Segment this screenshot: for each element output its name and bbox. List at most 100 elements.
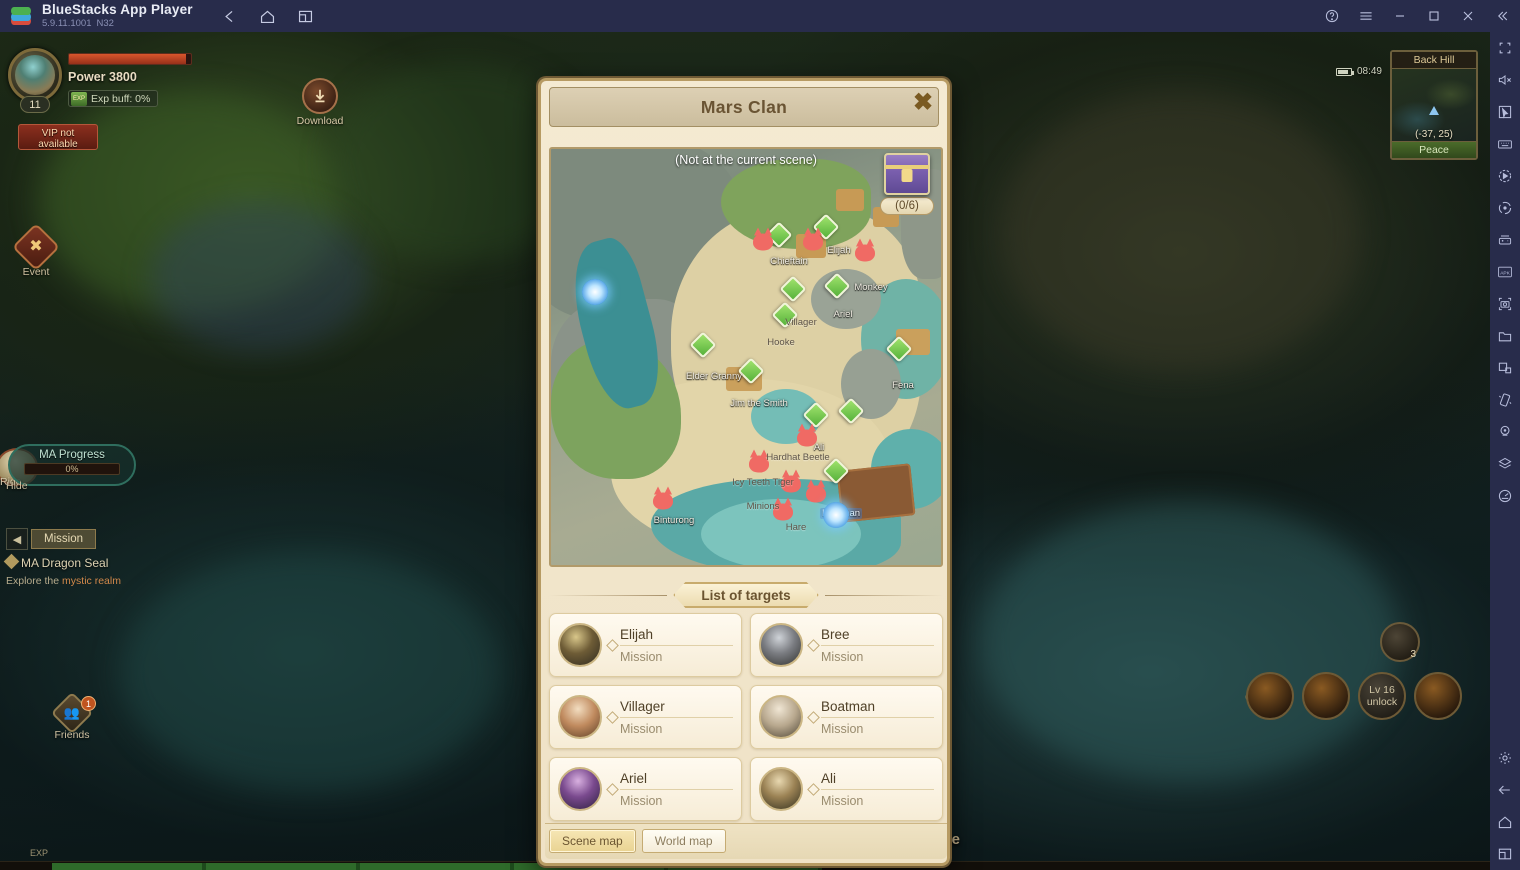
target-card[interactable]: Ariel Mission: [549, 757, 742, 821]
rotate-icon[interactable]: [1490, 192, 1520, 224]
multi-window-icon[interactable]: [1490, 352, 1520, 384]
treasure-chest-badge[interactable]: (0/6): [879, 153, 935, 215]
mute-icon[interactable]: [1490, 64, 1520, 96]
map-monster-marker[interactable]: [855, 238, 875, 262]
close-icon[interactable]: ✖: [906, 86, 940, 120]
bluestacks-titlebar: BlueStacks App Player 5.9.11.1001 N32: [0, 0, 1520, 32]
exp-buff-chip[interactable]: EXP Exp buff: 0%: [68, 90, 159, 107]
target-name: Ali: [821, 771, 934, 790]
foliage-blob: [150, 202, 370, 352]
home-button[interactable]: [253, 3, 283, 29]
map-portal-marker[interactable]: [823, 502, 849, 528]
map-label[interactable]: Villager: [785, 317, 817, 328]
map-monster-marker[interactable]: [653, 486, 673, 510]
apk-install-icon[interactable]: APK: [1490, 256, 1520, 288]
target-avatar: [558, 767, 602, 811]
map-label[interactable]: Minions: [747, 501, 780, 512]
map-label[interactable]: Monkey: [854, 282, 887, 293]
treasure-chest-icon: [884, 153, 930, 195]
keyboard-icon[interactable]: [1490, 128, 1520, 160]
fullscreen-icon[interactable]: [1490, 32, 1520, 64]
collapse-button[interactable]: [1488, 2, 1516, 30]
minimize-button[interactable]: [1386, 2, 1414, 30]
event-icon: ✖: [11, 222, 61, 272]
back-button[interactable]: [215, 3, 245, 29]
home-icon[interactable]: [1490, 806, 1520, 838]
map-label[interactable]: Hardhat Beetle: [766, 452, 829, 463]
map-monster-marker[interactable]: [803, 227, 823, 251]
target-avatar: [759, 623, 803, 667]
exp-buff-label: Exp buff: 0%: [91, 92, 151, 105]
back-arrow-icon[interactable]: [1490, 774, 1520, 806]
target-card[interactable]: Villager Mission: [549, 685, 742, 749]
map-label[interactable]: Elder Granny: [686, 371, 742, 382]
player-avatar[interactable]: [8, 48, 62, 102]
download-button[interactable]: Download: [296, 78, 344, 127]
map-tab-scene-map[interactable]: Scene map: [549, 829, 636, 853]
skill-slot-2[interactable]: [1302, 672, 1350, 720]
map-label[interactable]: Hooke: [767, 337, 794, 348]
mission-description[interactable]: Explore the mystic realm: [6, 575, 146, 587]
target-subtitle: Mission: [821, 721, 864, 736]
mission-collapse-icon[interactable]: ◀: [6, 528, 28, 550]
exp-icon: EXP: [71, 92, 87, 106]
folder-icon[interactable]: [1490, 320, 1520, 352]
speedometer-icon[interactable]: [1490, 480, 1520, 512]
map-label[interactable]: Fena: [892, 380, 914, 391]
map-label[interactable]: Jim the Smith: [730, 398, 788, 409]
map-monster-marker[interactable]: [753, 227, 773, 251]
exp-label: EXP: [30, 848, 49, 858]
shake-icon[interactable]: [1490, 384, 1520, 416]
mission-tab[interactable]: Mission: [31, 529, 96, 549]
map-label[interactable]: Chieftain: [770, 256, 808, 267]
map-label[interactable]: Binturong: [654, 515, 695, 526]
map-label[interactable]: Ariel: [833, 309, 852, 320]
settings-gear-icon[interactable]: [1490, 742, 1520, 774]
map-tab-world-map[interactable]: World map: [641, 829, 726, 853]
recents-icon[interactable]: [1490, 838, 1520, 870]
scene-map-canvas[interactable]: (Not at the current scene) (0/6) Chiefta…: [551, 149, 941, 565]
event-button[interactable]: ✖ Event: [10, 222, 62, 278]
minimap-canvas[interactable]: (-37, 25): [1392, 69, 1476, 141]
map-monster-marker[interactable]: [806, 479, 826, 503]
friends-button[interactable]: 👥 1 Friends: [46, 691, 98, 741]
location-icon[interactable]: [1490, 416, 1520, 448]
skill-slot-4[interactable]: [1414, 672, 1462, 720]
gamepad-icon[interactable]: [1490, 224, 1520, 256]
target-subtitle: Mission: [620, 793, 663, 808]
target-avatar: [558, 695, 602, 739]
divider-right: [824, 594, 944, 596]
game-viewport[interactable]: 11 Power 3800 EXP Exp buff: 0% VIP not a…: [0, 32, 1490, 870]
vip-status-badge[interactable]: VIP not available: [18, 124, 98, 150]
minimap-panel[interactable]: Back Hill (-37, 25) Peace: [1390, 50, 1478, 160]
map-label[interactable]: Hare: [786, 522, 807, 533]
map-label[interactable]: Elijah: [827, 245, 850, 256]
target-name: Ariel: [620, 771, 733, 790]
skill-slot-1[interactable]: [1246, 672, 1294, 720]
target-card[interactable]: Ali Mission: [750, 757, 943, 821]
help-button[interactable]: [1318, 2, 1346, 30]
target-subtitle: Mission: [620, 721, 663, 736]
scene-map-frame[interactable]: (Not at the current scene) (0/6) Chiefta…: [549, 147, 943, 567]
target-card[interactable]: Boatman Mission: [750, 685, 943, 749]
layers-icon[interactable]: [1490, 448, 1520, 480]
consumable-item-slot[interactable]: 3: [1380, 622, 1420, 662]
close-button[interactable]: [1454, 2, 1482, 30]
mars-clan-dialog: Mars Clan ✖ (Not at the current scene) (…: [538, 78, 950, 866]
target-card[interactable]: Bree Mission: [750, 613, 943, 677]
divider-diamond-icon: [807, 710, 820, 724]
map-label[interactable]: Icy Teeth Tiger: [732, 477, 794, 488]
macro-play-icon[interactable]: [1490, 160, 1520, 192]
menu-button[interactable]: [1352, 2, 1380, 30]
skill-slot-locked[interactable]: Lv 16 unlock: [1358, 672, 1406, 720]
dialog-titlebar: Mars Clan ✖: [549, 87, 939, 127]
cursor-icon[interactable]: [1490, 96, 1520, 128]
mission-desc-prefix: Explore the: [6, 575, 63, 587]
target-card[interactable]: Elijah Mission: [549, 613, 742, 677]
multi-instance-button[interactable]: [291, 3, 321, 29]
hide-button[interactable]: Hide: [6, 480, 28, 492]
rock-blob: [1000, 92, 1360, 372]
map-portal-marker[interactable]: [582, 279, 608, 305]
maximize-button[interactable]: [1420, 2, 1448, 30]
screenshot-icon[interactable]: [1490, 288, 1520, 320]
